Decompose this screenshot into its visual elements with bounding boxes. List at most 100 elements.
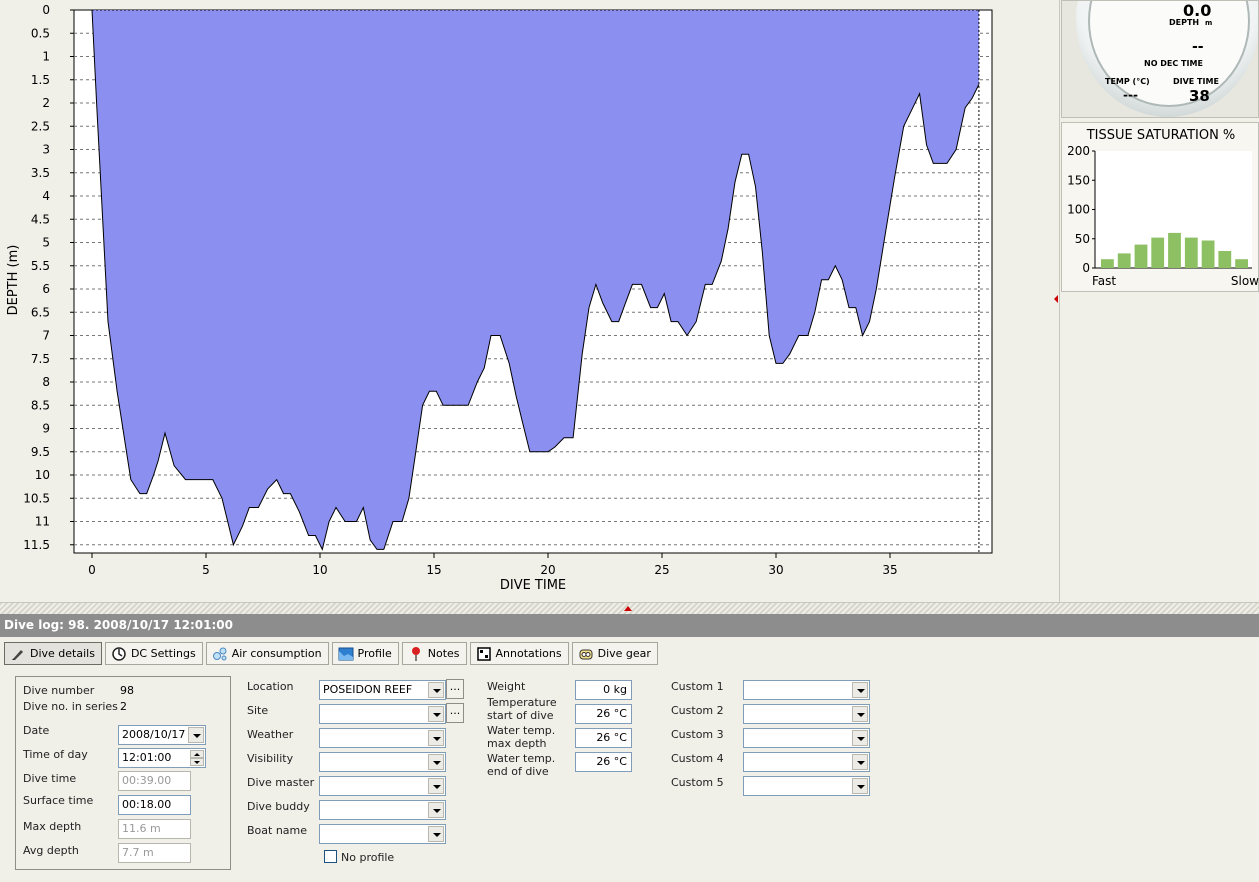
boat-name-combo[interactable] [319,824,446,844]
site-browse-button[interactable]: ... [446,703,464,723]
collapse-panel-arrow-icon[interactable] [1054,295,1058,303]
visibility-dropdown-icon[interactable] [428,754,444,770]
avg-depth-label: Avg depth [23,844,79,857]
depth-tick-label: 5 [42,236,50,250]
dive-master-combo[interactable] [319,776,446,796]
tab-label: Profile [357,647,392,660]
gauge-ndl-value: -- [1192,39,1204,55]
depth-tick-label: 4.5 [31,212,50,226]
weather-combo[interactable] [319,728,446,748]
weather-dropdown-icon[interactable] [428,730,444,746]
custom4-dropdown-icon[interactable] [852,754,868,770]
tab-air-consumption[interactable]: Air consumption [205,642,329,665]
custom4-combo[interactable] [743,752,870,772]
depth-tick-label: 4 [42,189,50,203]
time-of-day-value: 12:01:00 [122,751,172,764]
right-panel: 0.0 DEPTH m -- NO DEC TIME TEMP (°C) ---… [1059,0,1259,602]
custom2-combo[interactable] [743,704,870,724]
pin-icon [408,646,424,662]
depth-tick-label: 1 [42,50,50,64]
custom1-dropdown-icon[interactable] [852,682,868,698]
custom1-combo[interactable] [743,680,870,700]
dive-buddy-dropdown-icon[interactable] [428,802,444,818]
tab-dive-gear[interactable]: Dive gear [571,642,658,665]
temp-end-field[interactable]: 26 °C [575,752,632,772]
custom3-dropdown-icon[interactable] [852,730,868,746]
custom5-dropdown-icon[interactable] [852,778,868,794]
gauge-temp-label: TEMP (°C) [1105,77,1150,86]
time-up-icon[interactable] [190,750,204,758]
depth-profile-chart: 0 0.5 1 1.5 2 2.5 3 3.5 4 4.5 5 5.5 6 6.5 7 7.5 8 8.5 9 9.5… [0,0,1058,602]
tab-dc-settings[interactable]: DC Settings [104,642,203,665]
tab-notes[interactable]: Notes [401,642,467,665]
dive-master-label: Dive master [247,776,315,789]
weight-field[interactable]: 0 kg [575,680,632,700]
time-tick-label: 20 [540,563,555,577]
surface-time-field[interactable]: 00:18.00 [118,795,191,815]
tissue-tick-label: 50 [1075,232,1090,246]
tissue-tick-label: 200 [1067,144,1090,158]
date-dropdown-icon[interactable] [188,727,204,743]
custom2-label: Custom 2 [671,704,724,717]
depth-tick-label: 2.5 [31,119,50,133]
tissue-saturation-panel: TISSUE SATURATION % 200 150 100 50 0 Fast Slow [1061,122,1259,292]
gauge-dive-time-label: DIVE TIME [1173,77,1219,86]
tab-dive-details[interactable]: Dive details [4,642,102,665]
dive-time-field: 00:39.00 [118,771,191,791]
tissue-fast-label: Fast [1092,274,1116,288]
time-of-day-stepper[interactable]: 12:01:00 [118,748,206,768]
custom2-dropdown-icon[interactable] [852,706,868,722]
dive-log-app: 0 0.5 1 1.5 2 2.5 3 3.5 4 4.5 5 5.5 6 6.5 7 7.5 8 8.5 9 9.5… [0,0,1259,882]
tab-label: DC Settings [130,647,196,660]
custom3-combo[interactable] [743,728,870,748]
time-tick-label: 0 [88,563,96,577]
time-tick-label: 35 [882,563,897,577]
depth-tick-label: 6.5 [31,305,50,319]
tab-label: Annotations [495,647,562,660]
date-picker[interactable]: 2008/10/17 [118,725,206,745]
dive-buddy-combo[interactable] [319,800,446,820]
tab-label: Dive details [30,647,95,660]
time-tick-label: 15 [426,563,441,577]
location-value: POSEIDON REEF [323,683,413,696]
depth-tick-label: 11 [35,515,50,529]
depth-tick-label: 7.5 [31,352,50,366]
custom5-combo[interactable] [743,776,870,796]
tissue-slow-label: Slow [1231,274,1259,288]
pen-icon [10,646,26,662]
depth-tick-label: 5.5 [31,259,50,273]
tissue-bar [1134,244,1148,268]
tab-label: Notes [427,647,460,660]
tab-profile[interactable]: Profile [331,642,399,665]
tab-annotations[interactable]: Annotations [469,642,569,665]
temp-end-label-line2: end of dive [487,765,549,778]
depth-tick-label: 8 [42,375,50,389]
depth-tick-label: 8.5 [31,398,50,412]
location-dropdown-icon[interactable] [428,682,444,698]
annotation-icon [476,646,492,662]
dive-master-dropdown-icon[interactable] [428,778,444,794]
depth-tick-label: 3 [42,143,50,157]
dive-series-value: 2 [120,700,127,713]
depth-tick-label: 9 [42,422,50,436]
temp-max-field[interactable]: 26 °C [575,728,632,748]
gauge-depth-label: DEPTH [1169,18,1200,27]
location-combo[interactable]: POSEIDON REEF [319,680,446,700]
depth-tick-label: 10.5 [23,491,50,505]
visibility-combo[interactable] [319,752,446,772]
tissue-bar [1235,259,1248,268]
location-browse-button[interactable]: ... [446,679,464,699]
boat-name-dropdown-icon[interactable] [428,826,444,842]
tissue-bar [1168,232,1181,268]
temp-start-label-line2: start of dive [487,709,554,722]
site-combo[interactable] [319,704,446,724]
gauge-dive-time-value: 38 [1189,87,1210,105]
splitter-arrow-icon[interactable] [624,606,632,611]
tissue-bar [1117,253,1131,268]
tissue-bar [1201,240,1215,268]
avg-depth-field: 7.7 m [118,843,191,863]
no-profile-checkbox[interactable] [324,850,337,863]
temp-start-field[interactable]: 26 °C [575,704,632,724]
site-dropdown-icon[interactable] [428,706,444,722]
time-down-icon[interactable] [190,758,204,766]
